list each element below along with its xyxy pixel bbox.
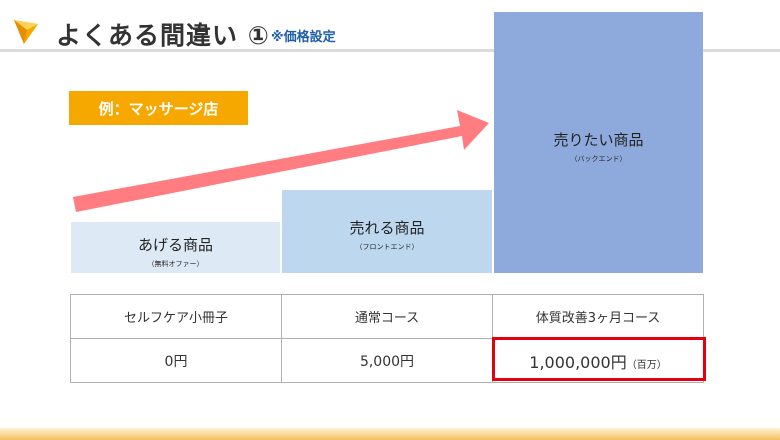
step-sub: （バックエンド） [570, 155, 627, 163]
table-cell: 5,000円 [281, 338, 493, 383]
table-cell: 0円 [70, 338, 282, 383]
slide: よくある間違い ① ※価格設定 例：マッサージ店 あげる商品 （無料オファー） … [0, 0, 780, 440]
step-free-offer: あげる商品 （無料オファー） [71, 222, 280, 273]
table-cell: セルフケア小冊子 [70, 294, 282, 339]
example-badge: 例：マッサージ店 [69, 91, 248, 125]
step-name: 売れる商品 [349, 219, 425, 237]
table-cell: 通常コース [281, 294, 493, 339]
footer-bar [0, 428, 780, 440]
page-title: よくある間違い ① [56, 21, 270, 50]
table-cell: 体質改善3ヶ月コース [492, 294, 704, 339]
page-subtitle: ※価格設定 [271, 30, 336, 45]
table-row: セルフケア小冊子 通常コース 体質改善3ヶ月コース [70, 294, 704, 339]
step-name: あげる商品 [137, 236, 213, 254]
orange-triangle-logo-icon [14, 20, 38, 44]
step-sub: （フロントエンド） [355, 243, 419, 251]
step-backend: 売りたい商品 （バックエンド） [494, 12, 703, 273]
step-sub: （無料オファー） [147, 260, 204, 268]
step-name: 売りたい商品 [553, 131, 644, 149]
highlight-box [492, 337, 706, 381]
step-frontend: 売れる商品 （フロントエンド） [282, 190, 492, 273]
